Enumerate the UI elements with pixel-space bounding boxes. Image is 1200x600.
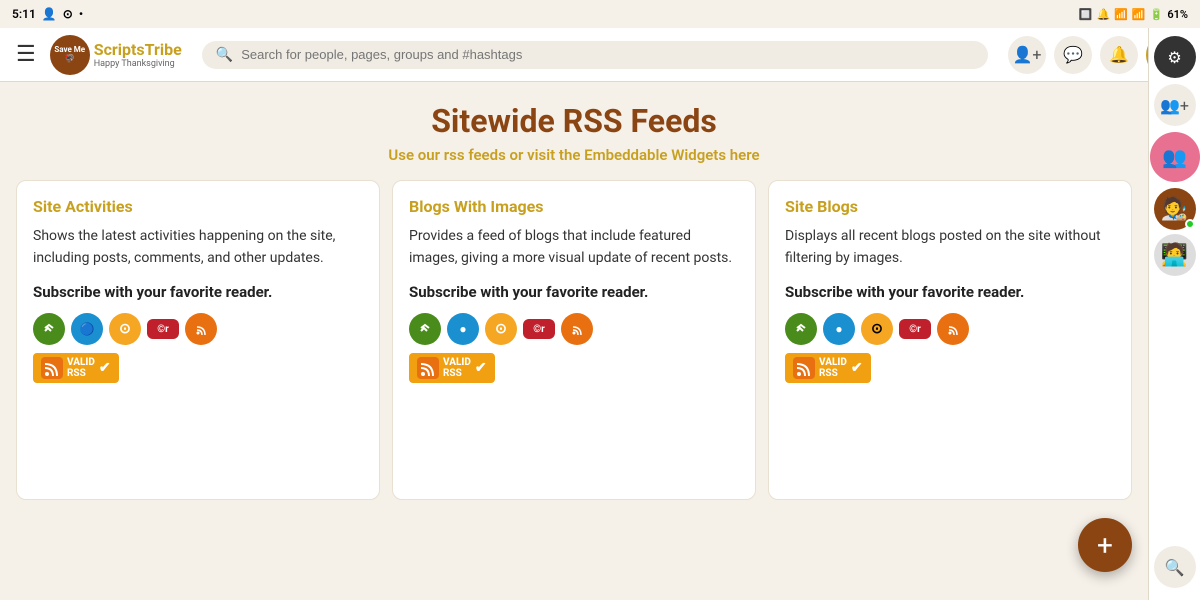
- rss-badge-icon-2: [417, 357, 439, 379]
- rss-label: RSS: [67, 368, 95, 379]
- main-content: Sitewide RSS Feeds Use our rss feeds or …: [0, 82, 1148, 520]
- card-title-site-blogs: Site Blogs: [785, 197, 1115, 216]
- rss-badge-icon: [41, 357, 63, 379]
- gear-icon: ⚙: [1167, 48, 1181, 67]
- add-friend-button[interactable]: 👤+: [1008, 36, 1046, 74]
- valid-label: VALID: [67, 357, 95, 368]
- rss-icon-feedspot-2[interactable]: ●: [447, 313, 479, 345]
- sidebar-community-button[interactable]: 👥: [1150, 132, 1200, 182]
- rss-badge-icon-3: [793, 357, 815, 379]
- messages-button[interactable]: 💬: [1054, 36, 1092, 74]
- rss-icon-rss[interactable]: [185, 313, 217, 345]
- rss-icons-blogs-with-images: ● ⊙ ©r: [409, 313, 739, 345]
- card-title-blogs-with-images: Blogs With Images: [409, 197, 739, 216]
- status-signal-icon: 📶: [1132, 8, 1146, 21]
- search-user-icon: 🔍: [1165, 558, 1185, 577]
- logo-tribe: Tribe: [145, 40, 182, 59]
- community-icon: 👥: [1162, 145, 1187, 169]
- logo-subtitle: Happy Thanksgiving: [94, 59, 182, 69]
- search-icon: 🔍: [216, 47, 233, 63]
- status-vol-icon: 🔔: [1097, 8, 1111, 21]
- sidebar-add-user-button[interactable]: 👥+: [1154, 84, 1196, 126]
- rss-icon-feedly[interactable]: [33, 313, 65, 345]
- cards-container: Site Activities Shows the latest activit…: [16, 180, 1132, 500]
- logo-scripts: Scripts: [94, 40, 145, 59]
- messages-icon: 💬: [1063, 45, 1083, 64]
- valid-label-2: VALID: [443, 357, 471, 368]
- status-right: 🔲 🔔 📶 📶 🔋 61%: [1079, 8, 1188, 21]
- rss-icon-feedspot-3[interactable]: ●: [823, 313, 855, 345]
- card-site-blogs: Site Blogs Displays all recent blogs pos…: [768, 180, 1132, 500]
- status-sim-icon: 🔲: [1079, 8, 1093, 21]
- card-desc-site-blogs: Displays all recent blogs posted on the …: [785, 226, 1115, 269]
- rss-icons-site-activities: 🔵 ⊙ ©r: [33, 313, 363, 345]
- card-blogs-with-images: Blogs With Images Provides a feed of blo…: [392, 180, 756, 500]
- search-bar[interactable]: 🔍: [202, 41, 988, 69]
- rss-icon-feedly-2[interactable]: [409, 313, 441, 345]
- valid-label-3: VALID: [819, 357, 847, 368]
- rss-icons-site-blogs: ● ⊙ ©r: [785, 313, 1115, 345]
- rss-icon-inoreader-3[interactable]: ⊙: [861, 313, 893, 345]
- hamburger-menu[interactable]: ☰: [12, 38, 40, 71]
- logo-text: ScriptsTribe: [94, 40, 182, 59]
- card-desc-site-activities: Shows the latest activities happening on…: [33, 226, 363, 269]
- sidebar-avatar-1[interactable]: 🧑‍🎨: [1154, 188, 1196, 230]
- rss-icon-rss-3[interactable]: [937, 313, 969, 345]
- right-sidebar: ⚙ 👥+ 👥 🧑‍🎨 🧑‍💻 🔍: [1148, 28, 1200, 600]
- card-title-site-activities: Site Activities: [33, 197, 363, 216]
- search-input[interactable]: [241, 47, 974, 62]
- status-time: 5:11: [12, 7, 36, 21]
- rss-label-3: RSS: [819, 368, 847, 379]
- fab-plus-icon: +: [1097, 529, 1113, 562]
- rss-icon-inoreader-2[interactable]: ⊙: [485, 313, 517, 345]
- add-friend-icon: 👤+: [1013, 45, 1042, 64]
- online-indicator: [1185, 219, 1195, 229]
- page-subtitle: Use our rss feeds or visit the Embeddabl…: [16, 146, 1132, 164]
- add-user-icon: 👥+: [1160, 96, 1189, 115]
- fab-button[interactable]: +: [1078, 518, 1132, 572]
- status-wifi-icon: 📶: [1114, 8, 1128, 21]
- status-icon-1: 👤: [42, 7, 57, 21]
- checkmark-icon-2: ✔: [475, 360, 487, 376]
- rss-icon-inoreader[interactable]: ⊙: [109, 313, 141, 345]
- status-left: 5:11 👤 ⊙ •: [12, 7, 83, 21]
- card-site-activities: Site Activities Shows the latest activit…: [16, 180, 380, 500]
- logo-text-container: ScriptsTribe Happy Thanksgiving: [94, 40, 182, 69]
- notifications-button[interactable]: 🔔: [1100, 36, 1138, 74]
- avatar-1-icon: 🧑‍🎨: [1161, 197, 1188, 222]
- card-desc-blogs-with-images: Provides a feed of blogs that include fe…: [409, 226, 739, 269]
- page-title: Sitewide RSS Feeds: [16, 102, 1132, 140]
- card-subscribe-blogs-with-images: Subscribe with your favorite reader.: [409, 283, 739, 301]
- rss-icon-feedly-3[interactable]: [785, 313, 817, 345]
- logo-area[interactable]: Save Me🦃 ScriptsTribe Happy Thanksgiving: [50, 35, 182, 75]
- rss-icon-netvibes-2[interactable]: ©r: [523, 319, 555, 339]
- rss-icon-netvibes-3[interactable]: ©r: [899, 319, 931, 339]
- card-subscribe-site-blogs: Subscribe with your favorite reader.: [785, 283, 1115, 301]
- checkmark-icon: ✔: [99, 360, 111, 376]
- avatar-2-icon: 🧑‍💻: [1161, 243, 1188, 268]
- checkmark-icon-3: ✔: [851, 360, 863, 376]
- status-battery: 61%: [1167, 8, 1188, 21]
- rss-icon-rss-2[interactable]: [561, 313, 593, 345]
- top-nav: ☰ Save Me🦃 ScriptsTribe Happy Thanksgivi…: [0, 28, 1200, 82]
- valid-rss-badge-site-blogs[interactable]: VALID RSS ✔: [785, 353, 871, 383]
- sidebar-avatar-2[interactable]: 🧑‍💻: [1154, 234, 1196, 276]
- rss-icon-netvibes[interactable]: ©r: [147, 319, 179, 339]
- status-dot: •: [79, 7, 83, 21]
- status-icon-2: ⊙: [63, 7, 73, 21]
- status-bar: 5:11 👤 ⊙ • 🔲 🔔 📶 📶 🔋 61%: [0, 0, 1200, 28]
- status-battery-icon: 🔋: [1150, 8, 1164, 21]
- sidebar-search-button[interactable]: 🔍: [1154, 546, 1196, 590]
- rss-label-2: RSS: [443, 368, 471, 379]
- bell-icon: 🔔: [1109, 45, 1129, 64]
- valid-rss-badge-site-activities[interactable]: VALID RSS ✔: [33, 353, 119, 383]
- sidebar-settings-button[interactable]: ⚙: [1154, 36, 1196, 78]
- card-subscribe-site-activities: Subscribe with your favorite reader.: [33, 283, 363, 301]
- rss-icon-feedspot[interactable]: 🔵: [71, 313, 103, 345]
- valid-rss-badge-blogs[interactable]: VALID RSS ✔: [409, 353, 495, 383]
- logo-icon: Save Me🦃: [50, 35, 90, 75]
- subtitle-text: Use our rss feeds or visit the Embeddabl…: [388, 146, 759, 164]
